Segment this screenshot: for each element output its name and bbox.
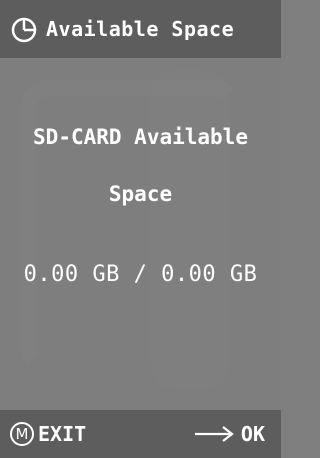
title-bar: Available Space	[0, 0, 281, 58]
screen: Available Space SD-CARD Available Space …	[0, 0, 281, 458]
softkey-bar: M EXIT OK	[0, 410, 281, 458]
storage-value: 0.00 GB / 0.00 GB	[23, 262, 258, 287]
m-key-icon: M	[10, 422, 34, 446]
exit-button[interactable]: M EXIT	[10, 422, 86, 446]
ok-button[interactable]: OK	[193, 422, 265, 446]
page-title: Available Space	[46, 17, 235, 41]
right-arrow-icon	[194, 426, 234, 442]
watermark-shape	[150, 70, 230, 390]
exit-label: EXIT	[38, 422, 87, 446]
storage-label-line2: Space	[108, 182, 173, 206]
pie-chart-icon	[11, 17, 37, 43]
storage-label-line1: SD-CARD Available	[33, 125, 248, 149]
ok-label: OK	[240, 422, 265, 446]
